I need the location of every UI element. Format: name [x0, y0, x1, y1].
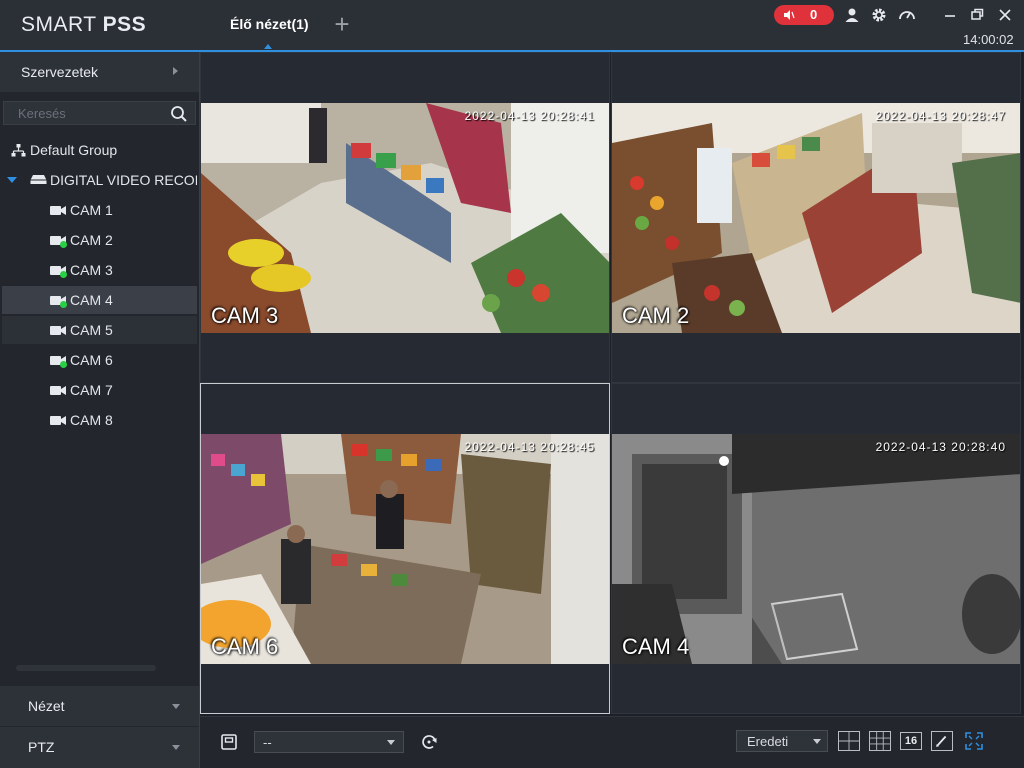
timestamp-overlay: 2022-04-13 20:28:45 [464, 440, 595, 454]
search-icon[interactable] [170, 105, 188, 123]
camera-label: CAM 2 [622, 303, 690, 328]
group-label: Default Group [30, 142, 118, 158]
tree-device-dvr[interactable]: DIGITAL VIDEO RECORDER [2, 166, 197, 194]
camera-label: CAM 2 [70, 232, 113, 248]
performance-gauge-icon[interactable] [898, 6, 916, 24]
camera-label: CAM 6 [70, 352, 113, 368]
app-logo: SMART PSS [21, 13, 147, 36]
video-window-2[interactable]: 2022-04-13 20:28:47 CAM 2 [611, 52, 1021, 383]
camera-label: CAM 3 [70, 262, 113, 278]
add-tab-button[interactable]: + [330, 11, 354, 37]
user-icon[interactable] [843, 6, 861, 24]
organization-section-header[interactable]: Szervezetek [0, 52, 199, 92]
video-feed: 2022-04-13 20:28:45 CAM 6 [201, 434, 609, 664]
fullscreen-icon[interactable] [964, 731, 984, 751]
camera-label: CAM 7 [70, 382, 113, 398]
search-input[interactable] [4, 102, 164, 124]
camera-label: CAM 4 [622, 634, 690, 659]
view-header-label: Nézet [28, 698, 65, 714]
expand-arrow-icon[interactable] [7, 177, 17, 184]
camera-icon [50, 386, 66, 395]
camera-image [612, 103, 1020, 333]
ptz-header-label: PTZ [28, 739, 55, 755]
alarm-count: 0 [810, 7, 818, 22]
title-bar: SMART PSS Élő nézet(1) + 0 14:00:02 [0, 0, 1024, 52]
organization-header-label: Szervezetek [21, 64, 99, 80]
camera-icon [50, 416, 66, 425]
video-window-3[interactable]: 2022-04-13 20:28:45 CAM 6 [200, 383, 610, 714]
tree-camera-item[interactable]: CAM 7 [2, 376, 197, 404]
tab-live-view[interactable]: Élő nézet(1) [230, 16, 309, 32]
chevron-down-icon [813, 739, 821, 744]
save-view-icon[interactable] [219, 732, 239, 752]
camera-icon [50, 326, 66, 335]
tree-camera-item[interactable]: CAM 4 [2, 286, 197, 314]
view-select-value: -- [263, 735, 272, 750]
online-status-dot [60, 301, 67, 308]
alarm-button[interactable]: 0 [774, 5, 834, 25]
ptz-section-header[interactable]: PTZ [0, 727, 199, 768]
chevron-down-icon [172, 704, 180, 709]
camera-icon [50, 206, 66, 215]
tree-camera-item[interactable]: CAM 1 [2, 196, 197, 224]
layout-16-button[interactable]: 16 [900, 732, 922, 750]
refresh-icon[interactable] [419, 732, 439, 752]
camera-label: CAM 5 [70, 322, 113, 338]
camera-label: CAM 6 [211, 634, 279, 659]
video-feed: 2022-04-13 20:28:47 CAM 2 [612, 103, 1020, 333]
camera-image [201, 434, 609, 664]
video-grid: 2022-04-13 20:28:41 CAM 3 2022-04-13 20:… [200, 52, 1024, 716]
tree-camera-item[interactable]: CAM 5 [2, 316, 197, 344]
tree-camera-item[interactable]: CAM 8 [2, 406, 197, 434]
tree-camera-item[interactable]: CAM 2 [2, 226, 197, 254]
speaker-icon [784, 10, 795, 20]
gear-icon[interactable] [870, 6, 888, 24]
device-sidebar: Szervezetek Default Group [0, 52, 200, 768]
dvr-device-icon [30, 175, 47, 184]
close-icon[interactable] [996, 6, 1014, 24]
device-search [3, 101, 196, 125]
view-select[interactable]: -- [254, 731, 404, 753]
tree-camera-item[interactable]: CAM 6 [2, 346, 197, 374]
active-tab-indicator [264, 44, 272, 49]
view-section-header[interactable]: Nézet [0, 686, 199, 726]
camera-label: CAM 8 [70, 412, 113, 428]
org-tree-icon [11, 144, 26, 157]
bottom-toolbar: -- Eredeti 16 [200, 716, 1024, 768]
chevron-right-icon [173, 67, 178, 75]
online-status-dot [60, 271, 67, 278]
chevron-down-icon [387, 740, 395, 745]
minimize-icon[interactable] [941, 6, 959, 24]
timestamp-overlay: 2022-04-13 20:28:40 [875, 440, 1006, 454]
chevron-down-icon [172, 745, 180, 750]
video-window-4[interactable]: 2022-04-13 20:28:40 CAM 4 [611, 383, 1021, 714]
online-status-dot [60, 361, 67, 368]
camera-label: CAM 4 [70, 292, 113, 308]
video-feed: 2022-04-13 20:28:41 CAM 3 [201, 103, 609, 333]
video-feed: 2022-04-13 20:28:40 CAM 4 [612, 434, 1020, 664]
camera-label: CAM 3 [211, 303, 279, 328]
tree-horizontal-scrollbar[interactable] [16, 665, 156, 671]
layout-9-icon[interactable] [869, 731, 891, 751]
layout-4-icon[interactable] [838, 731, 860, 751]
device-label: DIGITAL VIDEO RECORDER [50, 172, 197, 188]
tree-group-default[interactable]: Default Group [2, 136, 197, 164]
video-window-1[interactable]: 2022-04-13 20:28:41 CAM 3 [200, 52, 610, 383]
aspect-ratio-select[interactable]: Eredeti [736, 730, 828, 752]
custom-layout-edit-icon[interactable] [931, 731, 953, 751]
tree-camera-item[interactable]: CAM 3 [2, 256, 197, 284]
camera-image [612, 434, 1020, 664]
online-status-dot [60, 241, 67, 248]
restore-icon[interactable] [968, 6, 986, 24]
system-clock: 14:00:02 [963, 32, 1014, 47]
camera-label: CAM 1 [70, 202, 113, 218]
timestamp-overlay: 2022-04-13 20:28:47 [875, 109, 1006, 123]
aspect-ratio-value: Eredeti [747, 734, 789, 749]
smart-pss-window: SMART PSS Élő nézet(1) + 0 14:00:02 Szer… [0, 0, 1024, 768]
camera-image [201, 103, 609, 333]
timestamp-overlay: 2022-04-13 20:28:41 [464, 109, 595, 123]
